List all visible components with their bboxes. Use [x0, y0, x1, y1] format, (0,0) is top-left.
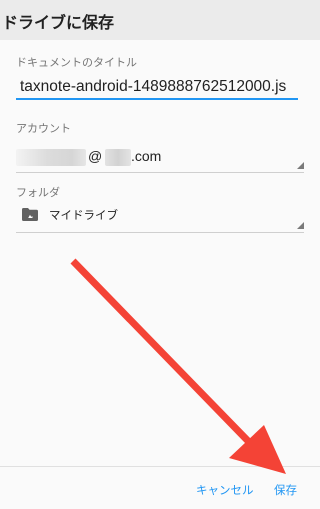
- folder-value: マイドライブ: [49, 208, 118, 222]
- drive-folder-icon: [22, 208, 38, 221]
- dropdown-caret-icon: [297, 222, 304, 229]
- account-domain-suffix: .com: [131, 148, 162, 164]
- document-title-input[interactable]: [16, 76, 298, 100]
- footer-divider: [0, 466, 320, 467]
- cancel-button[interactable]: キャンセル: [196, 480, 254, 500]
- save-button[interactable]: 保存: [274, 480, 297, 500]
- dialog-header: ドライブに保存: [0, 0, 320, 40]
- account-at-sign: @: [88, 148, 103, 164]
- redacted-account-name: [16, 149, 86, 166]
- dialog-title: ドライブに保存: [2, 13, 115, 32]
- document-title-label: ドキュメントのタイトル: [16, 56, 137, 69]
- folder-label: フォルダ: [16, 186, 60, 199]
- account-label: アカウント: [16, 122, 71, 135]
- folder-select[interactable]: マイドライブ: [16, 204, 304, 233]
- account-select[interactable]: @ .com: [16, 144, 304, 173]
- redacted-account-domain: [105, 149, 131, 166]
- save-to-drive-dialog: ドライブに保存 ドキュメントのタイトル アカウント @ .com フォルダ マイ…: [0, 0, 320, 509]
- dropdown-caret-icon: [297, 162, 304, 169]
